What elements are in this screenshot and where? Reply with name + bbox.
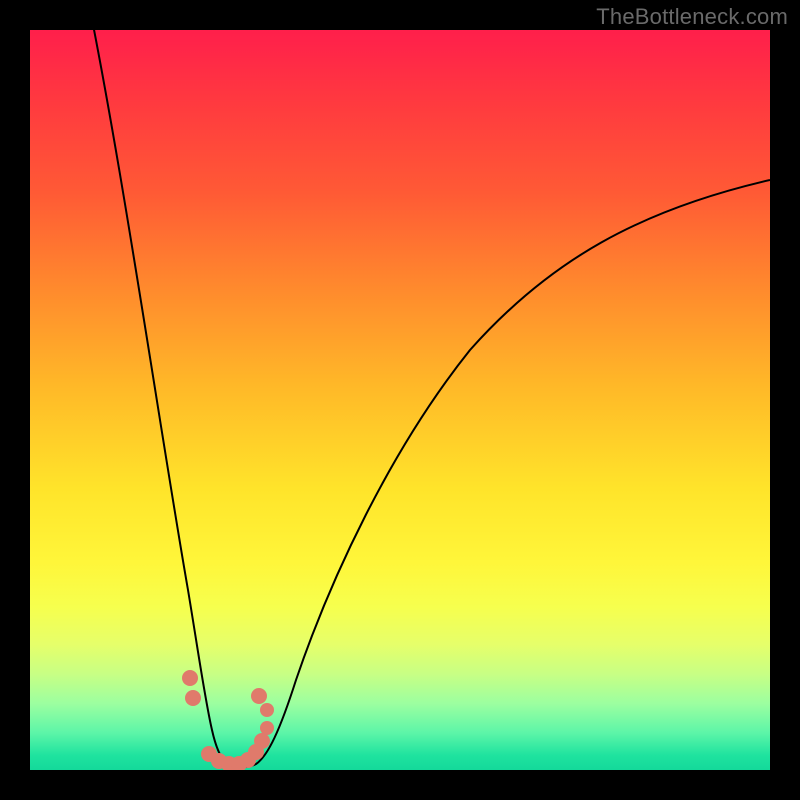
plot-area	[30, 30, 770, 770]
marker-dot	[254, 733, 270, 749]
watermark-text: TheBottleneck.com	[596, 4, 788, 30]
marker-dot	[260, 703, 274, 717]
marker-dot	[182, 670, 198, 686]
marker-dot	[251, 688, 267, 704]
marker-dot	[185, 690, 201, 706]
chart-frame: TheBottleneck.com	[0, 0, 800, 800]
bottleneck-curve	[82, 30, 770, 767]
curve-layer	[30, 30, 770, 770]
marker-group	[182, 670, 274, 770]
marker-dot	[260, 721, 274, 735]
